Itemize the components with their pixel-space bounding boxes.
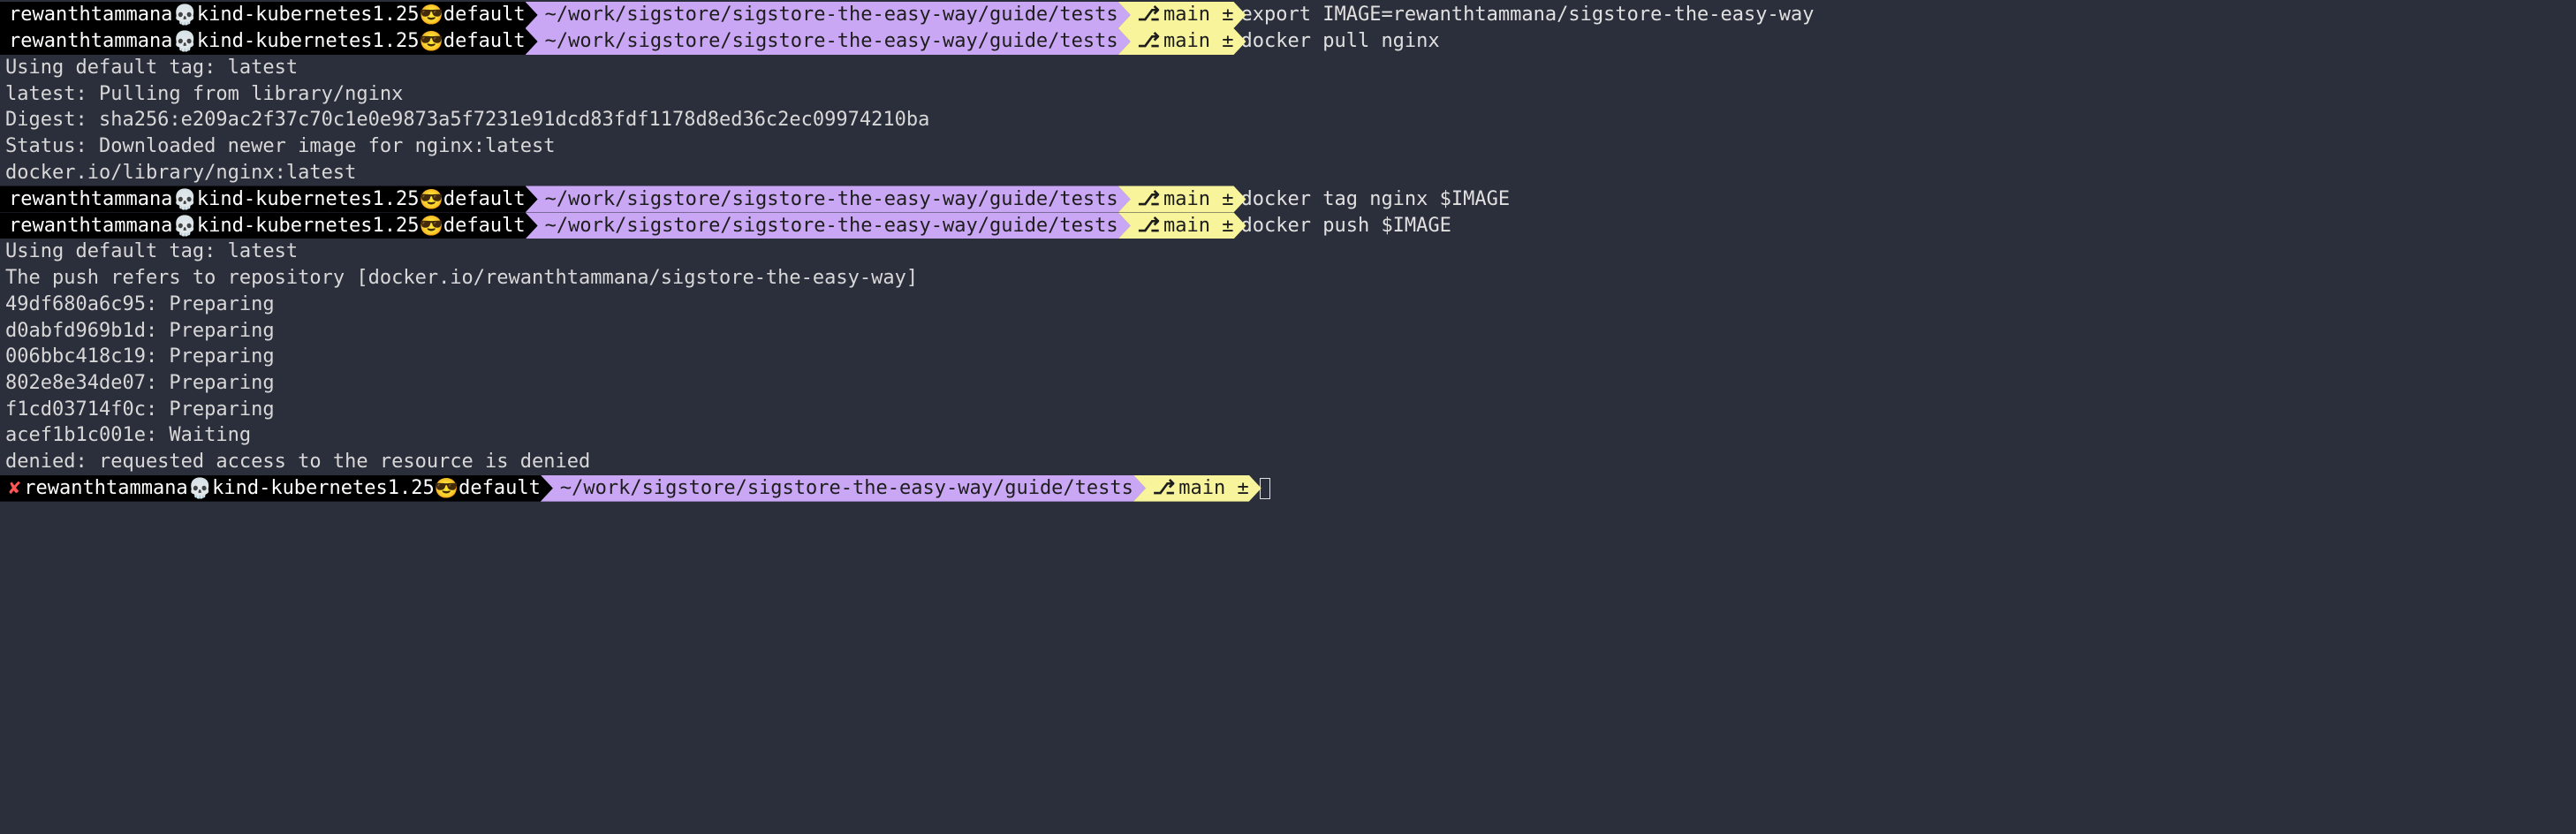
output-line: Using default tag: latest [0, 239, 2576, 265]
user: rewanthtammana [9, 2, 172, 28]
dirty-flag: ± [1222, 28, 1233, 55]
sunglasses-icon: 😎 [435, 476, 458, 503]
cluster: kind-kubernetes1.25 [197, 2, 420, 28]
prompt: rewanthtammana💀kind-kubernetes1.25😎defau… [0, 28, 1452, 55]
command[interactable]: docker push $IMAGE [1234, 212, 1464, 239]
output-line: The push refers to repository [docker.io… [0, 265, 2576, 292]
branch-name: main [1163, 213, 1210, 239]
sunglasses-icon: 😎 [420, 214, 443, 240]
sunglasses-icon: 😎 [420, 3, 443, 29]
cwd-segment: ~/work/sigstore/sigstore-the-easy-way/gu… [526, 28, 1131, 55]
prompt-line: rewanthtammana💀kind-kubernetes1.25😎defau… [0, 28, 2576, 55]
cwd-segment: ~/work/sigstore/sigstore-the-easy-way/gu… [526, 2, 1131, 28]
cwd: ~/work/sigstore/sigstore-the-easy-way/gu… [545, 186, 1118, 213]
prompt-line: ✘rewanthtammana💀kind-kubernetes1.25😎defa… [0, 475, 2576, 502]
cwd-segment: ~/work/sigstore/sigstore-the-easy-way/gu… [541, 475, 1146, 502]
branch-icon: ⎇ [1138, 186, 1163, 213]
branch-segment: ⎇main ± [1133, 475, 1261, 502]
output-line: acef1b1c001e: Waiting [0, 422, 2576, 449]
skull-icon: 💀 [172, 3, 196, 29]
cwd: ~/work/sigstore/sigstore-the-easy-way/gu… [545, 2, 1118, 28]
prompt-line: rewanthtammana💀kind-kubernetes1.25😎defau… [0, 2, 2576, 28]
error-status-icon: ✘ [9, 475, 24, 502]
host-segment: rewanthtammana💀kind-kubernetes1.25😎defau… [0, 212, 538, 239]
branch-segment: ⎇main ± [1118, 186, 1246, 212]
output-line: f1cd03714f0c: Preparing [0, 397, 2576, 423]
host-segment: rewanthtammana💀kind-kubernetes1.25😎defau… [0, 186, 538, 212]
namespace: default [443, 2, 526, 28]
prompt: rewanthtammana💀kind-kubernetes1.25😎defau… [0, 186, 1522, 212]
dirty-flag: ± [1222, 2, 1233, 28]
command[interactable]: export IMAGE=rewanthtammana/sigstore-the… [1234, 2, 1827, 28]
output-line: 802e8e34de07: Preparing [0, 370, 2576, 397]
cwd-segment: ~/work/sigstore/sigstore-the-easy-way/gu… [526, 186, 1131, 212]
branch-segment: ⎇main ± [1118, 212, 1246, 239]
output-line: Digest: sha256:e209ac2f37c70c1e0e9873a5f… [0, 107, 2576, 133]
branch-segment: ⎇main ± [1118, 28, 1246, 55]
cluster: kind-kubernetes1.25 [212, 475, 435, 502]
output-line: 006bbc418c19: Preparing [0, 344, 2576, 370]
cwd: ~/work/sigstore/sigstore-the-easy-way/gu… [545, 213, 1118, 239]
skull-icon: 💀 [188, 476, 212, 503]
user: rewanthtammana [9, 28, 172, 55]
branch-name: main [1178, 475, 1225, 502]
skull-icon: 💀 [172, 214, 196, 240]
dirty-flag: ± [1238, 475, 1249, 502]
host-segment: ✘rewanthtammana💀kind-kubernetes1.25😎defa… [0, 475, 553, 502]
user: rewanthtammana [24, 475, 187, 502]
output-line: denied: requested access to the resource… [0, 449, 2576, 475]
branch-segment: ⎇main ± [1118, 2, 1246, 28]
output-line: d0abfd969b1d: Preparing [0, 318, 2576, 345]
cluster: kind-kubernetes1.25 [197, 213, 420, 239]
branch-name: main [1163, 28, 1210, 55]
branch-icon: ⎇ [1138, 2, 1163, 28]
output-line: latest: Pulling from library/nginx [0, 81, 2576, 108]
terminal[interactable]: rewanthtammana💀kind-kubernetes1.25😎defau… [0, 0, 2576, 505]
sunglasses-icon: 😎 [420, 29, 443, 56]
host-segment: rewanthtammana💀kind-kubernetes1.25😎defau… [0, 2, 538, 28]
host-segment: rewanthtammana💀kind-kubernetes1.25😎defau… [0, 28, 538, 55]
prompt-line: rewanthtammana💀kind-kubernetes1.25😎defau… [0, 186, 2576, 212]
branch-name: main [1163, 2, 1210, 28]
branch-icon: ⎇ [1138, 28, 1163, 55]
branch-icon: ⎇ [1138, 213, 1163, 239]
prompt: ✘rewanthtammana💀kind-kubernetes1.25😎defa… [0, 475, 1283, 502]
sunglasses-icon: 😎 [420, 187, 443, 214]
user: rewanthtammana [9, 213, 172, 239]
cwd: ~/work/sigstore/sigstore-the-easy-way/gu… [545, 28, 1118, 55]
dirty-flag: ± [1222, 186, 1233, 213]
namespace: default [443, 186, 526, 213]
branch-icon: ⎇ [1153, 475, 1178, 502]
command[interactable]: docker tag nginx $IMAGE [1234, 186, 1523, 212]
branch-name: main [1163, 186, 1210, 213]
prompt-line: rewanthtammana💀kind-kubernetes1.25😎defau… [0, 212, 2576, 239]
command[interactable]: docker pull nginx [1234, 28, 1452, 55]
output-line: docker.io/library/nginx:latest [0, 160, 2576, 186]
namespace: default [458, 475, 541, 502]
output-line: Using default tag: latest [0, 55, 2576, 81]
dirty-flag: ± [1222, 213, 1233, 239]
cluster: kind-kubernetes1.25 [197, 186, 420, 213]
output-line: 49df680a6c95: Preparing [0, 292, 2576, 318]
skull-icon: 💀 [172, 187, 196, 214]
namespace: default [443, 28, 526, 55]
cwd: ~/work/sigstore/sigstore-the-easy-way/gu… [560, 475, 1133, 502]
prompt: rewanthtammana💀kind-kubernetes1.25😎defau… [0, 212, 1464, 239]
user: rewanthtammana [9, 186, 172, 213]
output-line: Status: Downloaded newer image for nginx… [0, 133, 2576, 160]
cwd-segment: ~/work/sigstore/sigstore-the-easy-way/gu… [526, 212, 1131, 239]
prompt: rewanthtammana💀kind-kubernetes1.25😎defau… [0, 2, 1827, 28]
cluster: kind-kubernetes1.25 [197, 28, 420, 55]
skull-icon: 💀 [172, 29, 196, 56]
namespace: default [443, 213, 526, 239]
